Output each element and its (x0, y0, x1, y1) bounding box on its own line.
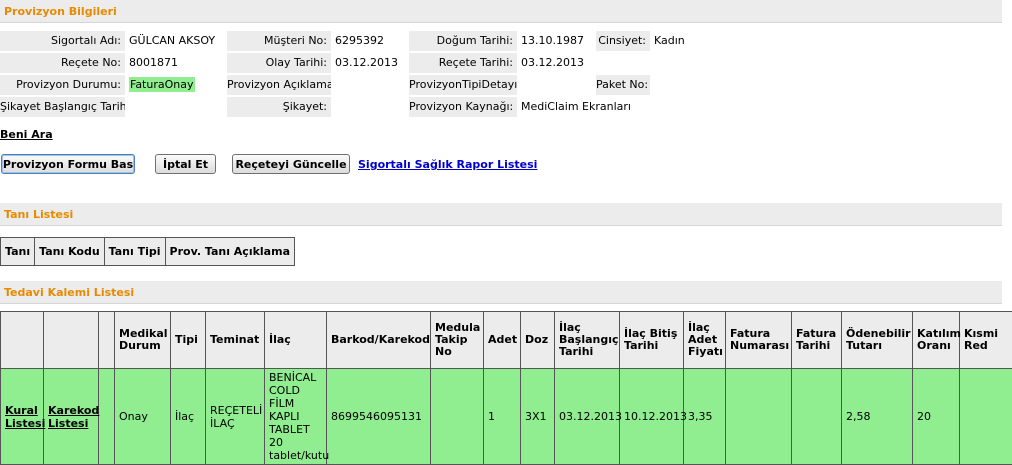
iptal-et-button[interactable]: İptal Et (155, 154, 216, 174)
col-ilac: İlaç (265, 312, 327, 369)
col-katilim-orani: Katılım Oranı (913, 312, 960, 369)
tedavi-header-row: Medikal Durum Tipi Teminat İlaç Barkod/K… (1, 312, 1012, 369)
value-provizyon-kaynagi: MediClaim Ekranları (517, 97, 657, 117)
table-row: Kural Listesi Karekod Listesi Onay İlaç … (1, 369, 1012, 465)
provizyon-formu-bas-button[interactable]: Provizyon Formu Bas (1, 154, 135, 174)
col-tipi: Tipi (171, 312, 206, 369)
fatura-no-cell (726, 369, 792, 465)
kismi-red-cell (960, 369, 1012, 465)
label-paket-no: Paket No: (596, 75, 650, 95)
col-blank-1 (1, 312, 44, 369)
baslangic-cell: 03.12.2013 (555, 369, 620, 465)
col-medula-takip-no: Medula Takip No (431, 312, 484, 369)
sigortali-saglik-rapor-link[interactable]: Sigortalı Sağlık Rapor Listesi (358, 158, 537, 171)
teminat-cell: REÇETELİ İLAÇ (206, 369, 265, 465)
col-odenebilir-tutari: Ödenebilir Tutarı (842, 312, 913, 369)
col-teminat: Teminat (206, 312, 265, 369)
label-dogum-tarihi: Doğum Tarihi: (409, 31, 517, 51)
karekod-cell: Karekod Listesi (44, 369, 99, 465)
adet-cell: 1 (484, 369, 521, 465)
fiyat-cell: 3,35 (684, 369, 726, 465)
label-sigortali-adi: Sigortalı Adı: (0, 31, 125, 51)
label-sikayet-baslangic: Şikayet Başlangıç Tarihi: (0, 97, 125, 117)
col-prov-tani-aciklama: Prov. Tanı Açıklama (165, 238, 294, 266)
odenebilir-cell: 2,58 (842, 369, 913, 465)
tipi-cell: İlaç (171, 369, 206, 465)
value-recete-no: 8001871 (125, 53, 227, 73)
tedavi-table: Medikal Durum Tipi Teminat İlaç Barkod/K… (0, 311, 1012, 465)
col-adet: Adet (484, 312, 521, 369)
barkod-cell: 8699546095131 (327, 369, 431, 465)
value-paket-no (650, 75, 730, 95)
blank-cell (99, 369, 115, 465)
value-provizyon-aciklama (331, 75, 409, 95)
label-cinsiyet: Cinsiyet: (596, 31, 650, 51)
label-provizyon-durumu: Provizyon Durumu: (0, 75, 125, 95)
provizyon-header: Provizyon Bilgileri (0, 0, 1002, 23)
col-fatura-tarihi: Fatura Tarihi (792, 312, 842, 369)
col-ilac-baslangic: İlaç Başlangıç Tarihi (555, 312, 620, 369)
col-ilac-bitis: İlaç Bitiş Tarihi (620, 312, 684, 369)
ilac-cell: BENİCAL COLD FİLM KAPLI TABLET 20 tablet… (265, 369, 327, 465)
col-barkod: Barkod/Karekod (327, 312, 431, 369)
col-ilac-adet-fiyati: İlaç Adet Fiyatı (684, 312, 726, 369)
value-musteri-no: 6295392 (331, 31, 409, 51)
label-sikayet: Şikayet: (227, 97, 331, 117)
value-olay-tarihi: 03.12.2013 (331, 53, 409, 73)
provizyon-header-title: Provizyon Bilgileri (4, 5, 117, 18)
label-recete-tarihi: Reçete Tarihi: (409, 53, 517, 73)
col-tani-tipi: Tanı Tipi (104, 238, 165, 266)
bitis-cell: 10.12.2013 (620, 369, 684, 465)
tani-header: Tanı Listesi (0, 203, 1002, 226)
tani-header-title: Tanı Listesi (4, 208, 73, 221)
kural-cell: Kural Listesi (1, 369, 44, 465)
value-cinsiyet: Kadın (650, 31, 730, 51)
col-doz: Doz (521, 312, 555, 369)
medikal-durum-cell: Onay (115, 369, 171, 465)
doz-cell: 3X1 (521, 369, 555, 465)
tani-header-row: Tanı Tanı Kodu Tanı Tipi Prov. Tanı Açık… (1, 238, 295, 266)
col-fatura-numarasi: Fatura Numarası (726, 312, 792, 369)
tani-table: Tanı Tanı Kodu Tanı Tipi Prov. Tanı Açık… (0, 237, 295, 266)
col-medikal-durum: Medikal Durum (115, 312, 171, 369)
value-provizyon-tipi-detayi (517, 75, 596, 95)
provizyon-durumu-badge: FaturaOnay (129, 77, 195, 92)
value-sikayet (331, 97, 409, 117)
tedavi-header: Tedavi Kalemi Listesi (0, 281, 1002, 304)
col-kismi-red: Kısmi Red (960, 312, 1012, 369)
value-sikayet-baslangic (125, 97, 227, 117)
label-musteri-no: Müşteri No: (227, 31, 331, 51)
kural-listesi-link[interactable]: Kural Listesi (5, 404, 45, 430)
value-sigortali-adi: GÜLCAN AKSOY (125, 31, 227, 51)
col-blank-3 (99, 312, 115, 369)
tedavi-header-title: Tedavi Kalemi Listesi (4, 286, 134, 299)
beni-ara-link[interactable]: Beni Ara (0, 128, 53, 141)
value-provizyon-durumu: FaturaOnay (125, 75, 227, 95)
fatura-tarihi-cell (792, 369, 842, 465)
label-provizyon-kaynagi: Provizyon Kaynağı: (409, 97, 517, 117)
label-olay-tarihi: Olay Tarihi: (227, 53, 331, 73)
label-provizyon-aciklama: Provizyon Açıklama: (227, 75, 331, 95)
value-dogum-tarihi: 13.10.1987 (517, 31, 596, 51)
value-recete-tarihi: 03.12.2013 (517, 53, 596, 73)
medula-cell (431, 369, 484, 465)
col-tani-kodu: Tanı Kodu (35, 238, 105, 266)
col-tani: Tanı (1, 238, 35, 266)
label-provizyon-tipi-detayi: ProvizyonTipiDetayı: (409, 75, 517, 95)
label-recete-no: Reçete No: (0, 53, 125, 73)
col-blank-2 (44, 312, 99, 369)
karekod-listesi-link[interactable]: Karekod Listesi (48, 404, 99, 430)
katilim-cell: 20 (913, 369, 960, 465)
receteyi-guncelle-button[interactable]: Reçeteyi Güncelle (232, 154, 350, 174)
